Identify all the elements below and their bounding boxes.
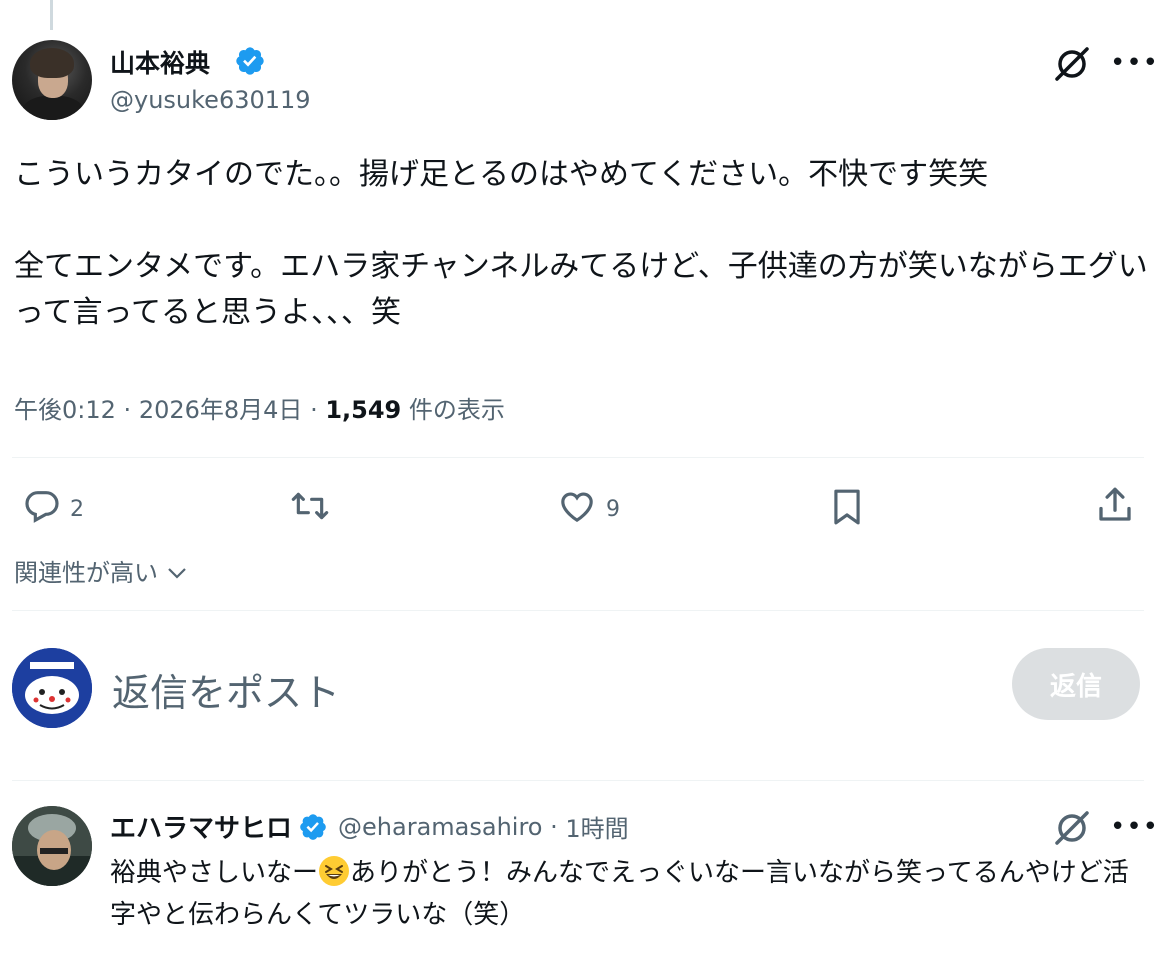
divider <box>12 780 1144 781</box>
tweet-paragraph-2: 全てエンタメです。エハラ家チャンネルみてるけど、子供達の方が笑いながらエグいって… <box>14 249 1148 330</box>
comment-author-handle[interactable]: @eharamasahiro <box>338 813 542 841</box>
author-handle[interactable]: @yusuke630119 <box>110 86 311 114</box>
comment-text: 裕典やさしいなー ありがとう！みんなでえっぐいなー言いながら笑ってるんやけど活字や… <box>110 852 1150 936</box>
divider <box>12 457 1144 458</box>
verified-icon[interactable] <box>298 812 328 842</box>
retweet-icon <box>288 486 332 532</box>
reply-count: 2 <box>70 496 84 522</box>
reply-button[interactable]: 2 <box>22 486 84 532</box>
sort-label: 関連性が高い <box>14 559 158 587</box>
separator: · <box>542 812 566 841</box>
grok-icon[interactable] <box>1052 44 1092 88</box>
grinning-squinting-emoji-icon <box>318 855 350 887</box>
like-count: 9 <box>606 496 620 522</box>
separator: · <box>310 396 326 424</box>
sort-dropdown[interactable]: 関連性が高い <box>14 553 188 588</box>
share-icon <box>1094 484 1136 532</box>
retweet-button[interactable] <box>288 486 332 532</box>
tweet-text: こういうカタイのでた。。揚げ足とるのはやめてください。不快です笑笑 全てエンタメ… <box>14 152 1149 336</box>
grok-icon[interactable] <box>1052 808 1092 852</box>
like-icon <box>556 486 598 532</box>
comment-header: エハラマサヒロ @eharamasahiro · 1時間 <box>110 808 629 845</box>
more-icon[interactable]: ••• <box>1110 48 1156 78</box>
tweet-date[interactable]: 2026年8月4日 <box>139 396 303 424</box>
comment-text-part-1: 裕典やさしいなー <box>110 858 319 888</box>
reply-icon <box>22 486 62 532</box>
comment-author-name[interactable]: エハラマサヒロ <box>110 808 292 845</box>
comment-time[interactable]: 1時間 <box>565 809 628 844</box>
author-name[interactable]: 山本裕典 <box>110 44 210 80</box>
like-button[interactable]: 9 <box>556 486 620 532</box>
share-button[interactable] <box>1094 484 1136 532</box>
bookmark-button[interactable] <box>828 486 866 534</box>
tweet-meta: 午後0:12 · 2026年8月4日 · 1,549 件の表示 <box>14 390 505 425</box>
divider <box>12 610 1144 611</box>
reply-submit-button[interactable]: 返信 <box>1012 648 1140 720</box>
bookmark-icon <box>828 486 866 534</box>
more-icon[interactable]: ••• <box>1110 812 1156 842</box>
tweet-detail-page: 山本裕典 @yusuke630119 ••• こういうカタイのでた。。揚げ足とる… <box>0 0 1156 955</box>
thread-line <box>50 0 53 30</box>
tweet-paragraph-1: こういうカタイのでた。。揚げ足とるのはやめてください。不快です笑笑 <box>14 157 989 192</box>
current-user-avatar[interactable] <box>12 648 92 728</box>
verified-icon[interactable] <box>234 45 266 81</box>
tweet-time[interactable]: 午後0:12 <box>14 396 116 424</box>
reply-input[interactable]: 返信をポスト <box>112 662 340 717</box>
views-count: 1,549 <box>325 396 402 424</box>
views-label: 件の表示 <box>408 396 505 424</box>
author-avatar[interactable] <box>12 40 92 120</box>
comment-author-avatar[interactable] <box>12 806 92 886</box>
separator: · <box>123 396 139 424</box>
chevron-down-icon <box>166 559 188 587</box>
